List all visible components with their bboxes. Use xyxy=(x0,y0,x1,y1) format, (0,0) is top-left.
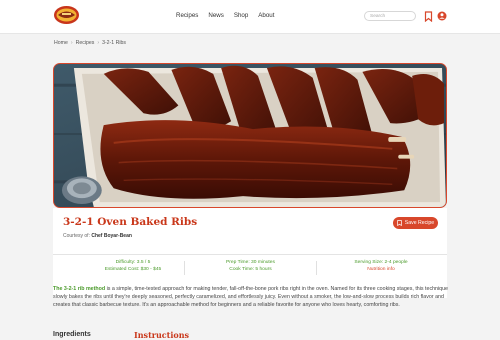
recipe-stats: Difficulty: 3.5 / 5 Estimated Cost: $30 … xyxy=(53,258,447,278)
nav-shop[interactable]: Shop xyxy=(234,11,248,21)
description-body: is a simple, time-tested approach for ma… xyxy=(53,286,448,309)
divider xyxy=(53,254,447,255)
recipe-author[interactable]: Chef Boyar-Bean xyxy=(91,233,132,239)
recipe-courtesy: Courtesy of: Chef Boyar-Bean xyxy=(63,233,132,239)
nav-news[interactable]: News xyxy=(208,11,223,21)
breadcrumb-current: 3-2-1 Ribs xyxy=(102,40,126,46)
breadcrumb-recipes[interactable]: Recipes xyxy=(76,40,95,46)
page: Recipes News Shop About Search Home › Re… xyxy=(0,0,500,340)
site-logo[interactable] xyxy=(53,4,80,26)
bookmark-icon[interactable] xyxy=(424,11,433,22)
ingredients-heading: Ingredients xyxy=(53,331,91,338)
stats-serving: Serving Size: 2-4 people Nutrition info xyxy=(331,260,431,273)
nav-about[interactable]: About xyxy=(258,11,274,21)
cook-time: Cook Time: 5 hours xyxy=(229,266,272,272)
courtesy-label: Courtesy of: xyxy=(63,233,90,239)
breadcrumb-home[interactable]: Home xyxy=(54,40,68,46)
nav-recipes[interactable]: Recipes xyxy=(176,11,198,21)
save-icon xyxy=(397,220,402,226)
nutrition-info-link[interactable]: Nutrition info xyxy=(331,267,431,274)
breadcrumb: Home › Recipes › 3-2-1 Ribs xyxy=(54,40,126,46)
breadcrumb-separator: › xyxy=(97,40,100,46)
estimated-cost: Estimated Cost: $30 - $45 xyxy=(104,266,162,272)
site-header: Recipes News Shop About Search xyxy=(0,0,500,34)
description-lead: The 3-2-1 rib method xyxy=(53,286,106,292)
recipe-description: The 3-2-1 rib method is a simple, time-t… xyxy=(53,285,449,310)
breadcrumb-separator: › xyxy=(70,40,73,46)
stats-times: Prep Time: 30 minutes Cook Time: 5 hours xyxy=(198,260,303,273)
user-icon[interactable] xyxy=(437,11,447,21)
stats-separator xyxy=(316,261,317,275)
recipe-title: 3-2-1 Oven Baked Ribs xyxy=(63,216,198,228)
main-nav: Recipes News Shop About xyxy=(176,11,284,21)
search-input[interactable]: Search xyxy=(364,11,416,21)
save-recipe-button[interactable]: Save Recipe xyxy=(393,217,438,229)
instructions-heading: Instructions xyxy=(134,330,190,340)
stats-separator xyxy=(184,261,185,275)
search-placeholder: Search xyxy=(370,14,386,19)
stats-difficulty-cost: Difficulty: 3.5 / 5 Estimated Cost: $30 … xyxy=(83,260,183,273)
hero-image xyxy=(53,63,447,208)
save-recipe-label: Save Recipe xyxy=(404,220,435,226)
ribs-photo xyxy=(54,64,446,207)
